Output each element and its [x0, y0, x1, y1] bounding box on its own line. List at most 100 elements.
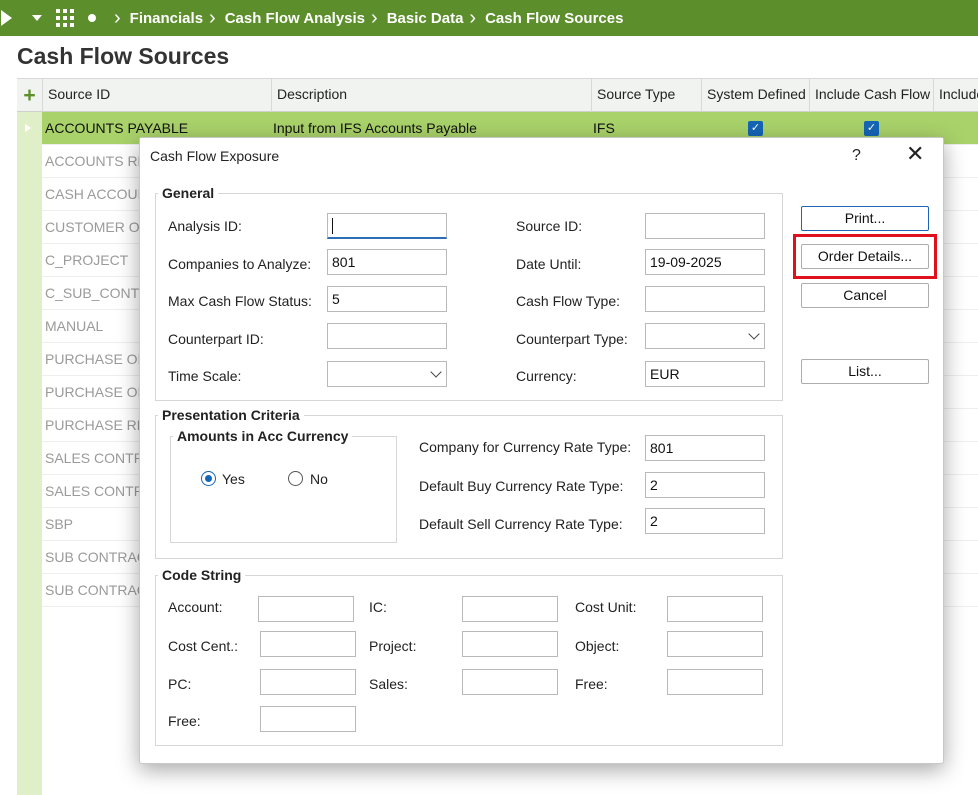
include-cash-flow-checkbox[interactable]: ✓ [864, 121, 879, 136]
cell-source-id: SBP [45, 516, 74, 532]
cell-source-id: C_SUB_CONT [45, 285, 140, 301]
pc-label: PC: [168, 676, 192, 692]
cell-source-id: SALES CONTR [45, 483, 144, 499]
sales-label: Sales: [369, 676, 408, 692]
row-selector-bar [17, 112, 42, 795]
dialog-header: Cash Flow Exposure ? ✕ [140, 138, 943, 175]
presentation-criteria-label: Presentation Criteria [158, 407, 304, 423]
free-input-2[interactable] [260, 706, 356, 732]
breadcrumb-financials[interactable]: Financials [130, 10, 203, 27]
breadcrumb-separator-icon: › [114, 7, 121, 29]
project-input[interactable] [462, 631, 558, 657]
amounts-in-acc-currency-label: Amounts in Acc Currency [173, 428, 353, 444]
no-label: No [310, 471, 328, 487]
code-string-label: Code String [158, 567, 246, 583]
object-input[interactable] [667, 631, 763, 657]
date-until-label: Date Until: [516, 256, 582, 272]
counterpart-type-label: Counterpart Type: [516, 331, 628, 347]
cancel-button[interactable]: Cancel [801, 283, 929, 308]
close-icon[interactable]: ✕ [906, 142, 924, 166]
page-title: Cash Flow Sources [17, 43, 230, 69]
breadcrumb-separator-icon: › [469, 7, 477, 29]
pc-input[interactable] [260, 669, 356, 695]
cell-source-id: SUB CONTRAC [45, 549, 147, 565]
no-radio[interactable] [288, 471, 303, 486]
column-source-id[interactable]: Source ID [42, 79, 271, 112]
counterpart-id-input[interactable] [327, 323, 447, 349]
column-description[interactable]: Description [271, 79, 591, 112]
cost-center-label: Cost Cent.: [168, 638, 239, 654]
breadcrumb-separator-icon: › [371, 7, 378, 29]
company-currency-rate-type-input[interactable]: 801 [645, 435, 765, 461]
counterpart-type-select[interactable] [645, 323, 765, 349]
text-caret [332, 218, 333, 234]
help-icon[interactable]: ? [852, 147, 861, 165]
system-defined-checkbox[interactable]: ✓ [748, 121, 763, 136]
add-row-icon[interactable]: + [17, 79, 42, 112]
table-header: + Source ID Description Source Type Syst… [17, 78, 978, 112]
cell-source-id: SUB CONTRAC [45, 582, 147, 598]
column-system-defined[interactable]: System Defined [701, 79, 809, 112]
date-until-input[interactable]: 19-09-2025 [645, 249, 765, 275]
print-button[interactable]: Print... [801, 206, 929, 231]
cell-source-id: PURCHASE OF [45, 351, 147, 367]
chevron-down-icon [748, 328, 760, 340]
companies-to-analyze-label: Companies to Analyze: [168, 256, 312, 272]
breadcrumb-cash-flow-sources[interactable]: Cash Flow Sources [485, 10, 623, 27]
free-label-2: Free: [168, 713, 201, 729]
free-label: Free: [575, 676, 608, 692]
ic-input[interactable] [462, 596, 558, 622]
column-source-type[interactable]: Source Type [591, 79, 701, 112]
currency-input[interactable]: EUR [645, 361, 765, 387]
top-nav-bar: › Financials › Cash Flow Analysis › Basi… [0, 0, 978, 36]
free-input[interactable] [667, 669, 763, 695]
object-label: Object: [575, 638, 620, 654]
max-cash-flow-status-input[interactable]: 5 [327, 286, 447, 312]
current-row-marker-icon [25, 124, 31, 132]
time-scale-select[interactable] [327, 361, 447, 387]
cost-unit-input[interactable] [667, 596, 763, 622]
default-buy-rate-type-input[interactable]: 2 [645, 472, 765, 498]
source-id-input[interactable] [645, 213, 765, 239]
max-cash-flow-status-label: Max Cash Flow Status: [168, 293, 312, 309]
cell-source-id: CUSTOMER O [45, 219, 140, 235]
app-grid-icon[interactable] [56, 9, 74, 27]
chevron-down-icon [430, 366, 442, 378]
default-sell-rate-type-label: Default Sell Currency Rate Type: [419, 516, 623, 532]
project-label: Project: [369, 638, 417, 654]
cell-source-id: SALES CONTR [45, 450, 144, 466]
ic-label: IC: [369, 599, 387, 615]
cell-source-id: CASH ACCOUN [45, 186, 148, 202]
account-label: Account: [168, 599, 223, 615]
time-scale-label: Time Scale: [168, 368, 242, 384]
default-buy-rate-type-label: Default Buy Currency Rate Type: [419, 478, 624, 494]
amounts-in-acc-currency-group [170, 436, 397, 543]
cost-unit-label: Cost Unit: [575, 599, 637, 615]
column-include[interactable]: Include [933, 79, 978, 112]
dot-icon [88, 14, 96, 22]
cash-flow-type-input[interactable] [645, 286, 765, 312]
counterpart-id-label: Counterpart ID: [168, 331, 264, 347]
play-icon[interactable] [1, 10, 12, 26]
breadcrumb-cash-flow-analysis[interactable]: Cash Flow Analysis [225, 10, 365, 27]
breadcrumb-separator-icon: › [209, 7, 216, 29]
source-id-label: Source ID: [516, 218, 583, 234]
cost-center-input[interactable] [260, 631, 356, 657]
chevron-down-icon[interactable] [32, 15, 42, 21]
cell-source-id: PURCHASE RE [45, 417, 147, 433]
yes-radio[interactable] [201, 471, 216, 486]
order-details-button[interactable]: Order Details... [801, 244, 929, 269]
cell-source-id: PURCHASE OF [45, 384, 147, 400]
sales-input[interactable] [462, 669, 558, 695]
analysis-id-input[interactable] [327, 213, 447, 239]
column-include-cash-flow[interactable]: Include Cash Flow [809, 79, 933, 112]
breadcrumb-basic-data[interactable]: Basic Data [387, 10, 464, 27]
account-input[interactable] [258, 596, 354, 622]
default-sell-rate-type-input[interactable]: 2 [645, 508, 765, 534]
companies-to-analyze-input[interactable]: 801 [327, 249, 447, 275]
cell-source-id: MANUAL [45, 318, 104, 334]
general-group-label: General [158, 185, 219, 201]
list-button[interactable]: List... [801, 359, 929, 384]
cash-flow-type-label: Cash Flow Type: [516, 293, 621, 309]
cell-source-id: C_PROJECT [45, 252, 129, 268]
